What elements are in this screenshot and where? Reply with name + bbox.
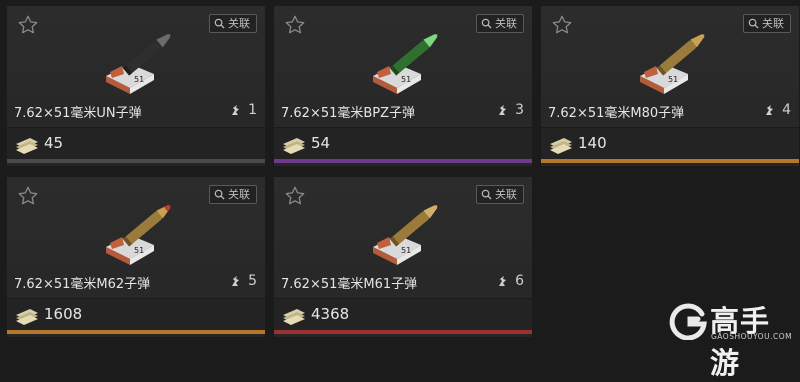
cash-icon bbox=[283, 138, 305, 154]
star-icon[interactable] bbox=[551, 14, 573, 36]
star-icon[interactable] bbox=[17, 14, 39, 36]
rank-value: 5 bbox=[248, 273, 257, 289]
star-icon[interactable] bbox=[17, 185, 39, 207]
rank-icon bbox=[232, 105, 240, 115]
cartridge-body bbox=[392, 211, 430, 245]
rarity-bar bbox=[274, 159, 532, 163]
search-icon bbox=[214, 189, 225, 200]
cash-icon bbox=[550, 138, 572, 154]
item-price: 1608 bbox=[44, 305, 83, 323]
rank-icon bbox=[499, 105, 507, 115]
item-name: 7.62×51毫米UN子弹 bbox=[14, 106, 142, 121]
item-rank: 5 bbox=[229, 273, 257, 289]
rank-value: 6 bbox=[515, 273, 524, 289]
watermark: 高手游 GAOSHOUYOU.COM bbox=[668, 298, 794, 380]
svg-text:51: 51 bbox=[401, 246, 411, 255]
associate-button[interactable]: 关联 bbox=[476, 14, 524, 33]
gaoshouyou-logo-icon bbox=[669, 303, 707, 340]
associate-label: 关联 bbox=[228, 17, 250, 30]
ammo-card[interactable]: 关联 51 7.62×51毫米UN子弹 1 45 bbox=[7, 6, 265, 166]
associate-button[interactable]: 关联 bbox=[209, 14, 257, 33]
ammo-card[interactable]: 关联 51 7.62×51毫米M62子弹 5 1608 bbox=[7, 177, 265, 337]
item-rank: 1 bbox=[229, 102, 257, 118]
associate-button[interactable]: 关联 bbox=[476, 185, 524, 204]
item-name: 7.62×51毫米BPZ子弹 bbox=[281, 106, 416, 121]
search-icon bbox=[214, 18, 225, 29]
item-name: 7.62×51毫米M80子弹 bbox=[548, 106, 685, 121]
svg-text:51: 51 bbox=[401, 75, 411, 84]
rank-value: 4 bbox=[782, 102, 791, 118]
rarity-bar bbox=[541, 159, 799, 163]
ammo-icon: 51 bbox=[373, 34, 438, 94]
cash-icon bbox=[283, 309, 305, 325]
svg-text:51: 51 bbox=[134, 75, 144, 84]
associate-button[interactable]: 关联 bbox=[209, 185, 257, 204]
star-icon[interactable] bbox=[284, 185, 306, 207]
rarity-bar bbox=[7, 330, 265, 334]
cartridge-body bbox=[392, 40, 430, 74]
ammo-grid: 关联 51 7.62×51毫米UN子弹 1 45 关联 51 7.62×51毫米… bbox=[0, 0, 800, 346]
item-rank: 6 bbox=[496, 273, 524, 289]
rank-icon bbox=[232, 276, 240, 286]
item-price: 54 bbox=[311, 134, 331, 152]
associate-label: 关联 bbox=[495, 188, 517, 201]
ammo-card[interactable]: 关联 51 7.62×51毫米BPZ子弹 3 54 bbox=[274, 6, 532, 166]
price-row: 1608 bbox=[7, 298, 265, 331]
cartridge-body bbox=[125, 211, 163, 245]
svg-text:51: 51 bbox=[668, 75, 678, 84]
ammo-card[interactable]: 关联 51 7.62×51毫米M80子弹 4 140 bbox=[541, 6, 799, 166]
price-row: 140 bbox=[541, 127, 799, 160]
ammo-icon: 51 bbox=[640, 34, 705, 94]
rank-icon bbox=[766, 105, 774, 115]
watermark-subtext: GAOSHOUYOU.COM bbox=[711, 332, 793, 341]
search-icon bbox=[481, 18, 492, 29]
star-icon[interactable] bbox=[284, 14, 306, 36]
rank-value: 3 bbox=[515, 102, 524, 118]
item-rank: 4 bbox=[763, 102, 791, 118]
associate-label: 关联 bbox=[495, 17, 517, 30]
price-row: 45 bbox=[7, 127, 265, 160]
cartridge-body bbox=[659, 40, 697, 74]
ammo-icon: 51 bbox=[373, 205, 438, 265]
associate-button[interactable]: 关联 bbox=[743, 14, 791, 33]
rarity-bar bbox=[7, 159, 265, 163]
ammo-icon: 51 bbox=[106, 34, 171, 94]
associate-label: 关联 bbox=[228, 188, 250, 201]
item-name: 7.62×51毫米M61子弹 bbox=[281, 277, 418, 292]
cash-icon bbox=[16, 138, 38, 154]
item-price: 45 bbox=[44, 134, 64, 152]
price-row: 4368 bbox=[274, 298, 532, 331]
item-name: 7.62×51毫米M62子弹 bbox=[14, 277, 151, 292]
search-icon bbox=[481, 189, 492, 200]
associate-label: 关联 bbox=[762, 17, 784, 30]
svg-text:51: 51 bbox=[134, 246, 144, 255]
item-price: 140 bbox=[578, 134, 607, 152]
item-price: 4368 bbox=[311, 305, 350, 323]
cartridge-body bbox=[125, 40, 163, 74]
cash-icon bbox=[16, 309, 38, 325]
ammo-icon: 51 bbox=[106, 205, 171, 265]
rarity-bar bbox=[274, 330, 532, 334]
price-row: 54 bbox=[274, 127, 532, 160]
rank-value: 1 bbox=[248, 102, 257, 118]
ammo-card[interactable]: 关联 51 7.62×51毫米M61子弹 6 4368 bbox=[274, 177, 532, 337]
search-icon bbox=[748, 18, 759, 29]
item-rank: 3 bbox=[496, 102, 524, 118]
rank-icon bbox=[499, 276, 507, 286]
